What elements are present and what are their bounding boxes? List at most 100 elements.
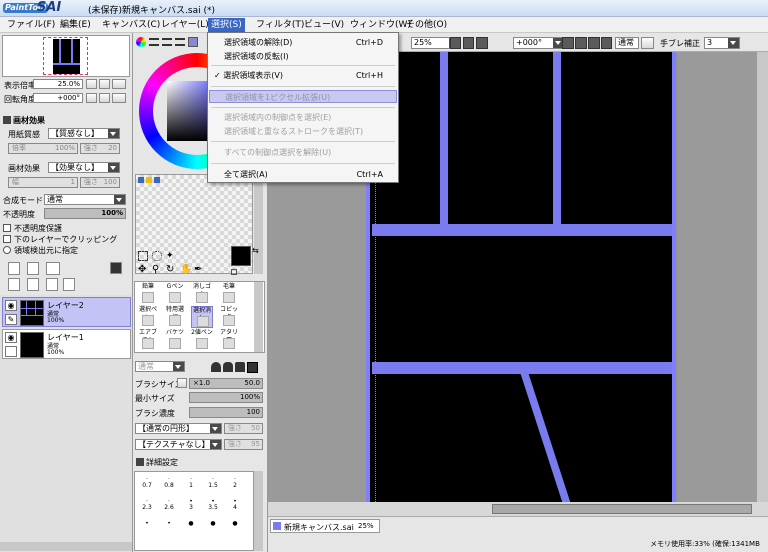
new-layer-icon[interactable] — [8, 262, 20, 275]
rotate-icon[interactable]: ↻ — [166, 265, 176, 275]
size-preset[interactable]: ● — [225, 520, 245, 527]
menu-other[interactable]: その他(O) — [403, 18, 450, 32]
new-linework-layer-icon[interactable] — [27, 262, 39, 275]
brush-size-slider[interactable]: ×1.0 50.0 — [189, 378, 263, 389]
effect-dropdown[interactable]: 【効果なし】 — [48, 162, 120, 173]
hsv-slider-tab-icon[interactable] — [162, 38, 172, 46]
menu-expand-selection[interactable]: 選択領域を1ピクセル拡張(U) — [209, 90, 397, 103]
menu-select-strokes[interactable]: 選択領域と重なるストロークを選択(T) — [209, 125, 397, 138]
new-folder-icon[interactable] — [46, 262, 60, 275]
delete-layer-icon[interactable] — [63, 278, 75, 291]
paper-strength-slider[interactable]: 強さ 20 — [80, 143, 120, 154]
tool-select-eraser[interactable]: 選択消し — [191, 306, 213, 328]
zoom-value[interactable]: 25.0% — [33, 79, 83, 89]
menu-filter[interactable]: フィルタ(T) — [253, 18, 307, 32]
foreground-color[interactable] — [231, 246, 251, 266]
zoom-out-button[interactable] — [86, 79, 97, 89]
size-preset[interactable]: • — [159, 520, 179, 527]
brush-shape-strength[interactable]: 強さ 50 — [224, 423, 263, 434]
tool-select-pen[interactable]: 選択ペン — [137, 306, 159, 328]
edge-square-icon[interactable] — [247, 362, 258, 373]
tool-brush[interactable]: 毛筆 — [218, 283, 240, 305]
size-presets-scrollbar[interactable] — [254, 471, 263, 551]
hand-icon[interactable]: ✋ — [180, 265, 192, 275]
lasso-icon[interactable] — [152, 251, 162, 261]
rect-select-icon[interactable] — [138, 251, 148, 261]
effect-width-slider[interactable]: 幅1 — [8, 177, 78, 188]
brush-texture-dropdown[interactable]: 【テクスチャなし】 — [135, 439, 222, 450]
tool-airbrush[interactable]: エアブラシ — [137, 329, 159, 351]
tool-special-select[interactable]: 特用選択 — [164, 306, 186, 328]
color-wheel-tab-icon[interactable] — [136, 37, 146, 47]
tool-gpen[interactable]: Gペン — [164, 283, 186, 305]
paper-dropdown[interactable]: 【質感なし】 — [48, 128, 120, 139]
lock-icon[interactable] — [5, 346, 17, 357]
paper-scale-slider[interactable]: 倍率 100% — [8, 143, 78, 154]
flip-icon[interactable] — [601, 37, 612, 49]
edge-hard-icon[interactable] — [235, 362, 245, 372]
menu-edit[interactable]: 編集(E) — [57, 18, 94, 32]
size-preset[interactable]: • — [137, 520, 157, 527]
transparent-color-icon[interactable] — [231, 269, 237, 275]
canvas-hscroll[interactable] — [268, 502, 768, 516]
brush-min-slider[interactable]: 100% — [189, 392, 263, 403]
zoom-reset-button[interactable] — [112, 79, 126, 89]
eyedropper-icon[interactable]: ✒ — [194, 265, 204, 275]
tool-sketch[interactable]: アタリ用 — [218, 329, 240, 351]
document-tab[interactable]: 新規キャンバス.sai 25% — [270, 519, 380, 533]
tool-bucket[interactable]: バケツ — [164, 329, 186, 351]
pencil-icon[interactable]: ✎ — [5, 314, 17, 325]
rotate-value[interactable]: +000° — [33, 93, 83, 103]
brush-mode-dropdown[interactable]: 通常 — [135, 361, 185, 372]
brush-size-mult-button[interactable] — [177, 378, 187, 388]
rotate-reset-button[interactable] — [112, 93, 126, 103]
canvas-blend-dropdown[interactable]: 通常 — [615, 37, 639, 49]
menu-canvas[interactable]: キャンバス(C) — [99, 18, 163, 32]
eye-icon[interactable]: ◉ — [5, 332, 17, 343]
stabilizer-dropdown[interactable]: 3 — [704, 37, 740, 49]
menu-select[interactable]: 選択(S) — [208, 18, 245, 32]
brush-shape-dropdown[interactable]: 【通常の円形】 — [135, 423, 222, 434]
zoom-icon[interactable]: ⚲ — [152, 265, 162, 275]
size-preset[interactable]: ● — [203, 520, 223, 527]
transfer-down-icon[interactable] — [8, 278, 20, 291]
navigator-preview[interactable] — [2, 35, 130, 77]
mixer-tab-icon[interactable] — [175, 38, 185, 46]
layer-item[interactable]: ◉ レイヤー1 通常 100% — [2, 329, 131, 359]
swap-colors-icon[interactable]: ⇆ — [252, 246, 259, 255]
brush-density-slider[interactable]: 100 — [189, 407, 263, 418]
detail-settings-toggle[interactable] — [136, 458, 144, 466]
menu-view[interactable]: ビュー(V) — [301, 18, 347, 32]
brush-texture-strength[interactable]: 強さ 95 — [224, 439, 263, 450]
zoom-in-icon[interactable] — [463, 37, 474, 49]
protect-opacity-checkbox[interactable] — [3, 224, 11, 232]
blend-mode-dropdown[interactable]: 通常 — [44, 194, 126, 205]
menu-layer[interactable]: レイヤー(L) — [158, 18, 212, 32]
tool-binary-pen[interactable]: 2値ペン — [191, 329, 213, 351]
zoom-in-button[interactable] — [99, 79, 110, 89]
rotate-right-button[interactable] — [99, 93, 110, 103]
texture-section-toggle[interactable] — [3, 116, 11, 124]
canvas-rotation-dropdown[interactable]: +000° — [513, 37, 565, 49]
canvas-hscroll-thumb[interactable] — [492, 504, 752, 514]
rotate-left-button[interactable] — [86, 93, 97, 103]
layer-list-scrollbar[interactable] — [0, 542, 132, 551]
layer-mask-icon[interactable] — [110, 262, 122, 274]
eye-icon[interactable]: ◉ — [5, 300, 17, 311]
menu-invert-selection[interactable]: 選択領域の反転(I) — [209, 50, 397, 63]
menu-show-selection[interactable]: ✓ 選択領域表示(V) Ctrl+H — [209, 69, 397, 82]
swatch-tab-icon[interactable] — [188, 37, 198, 47]
move-icon[interactable]: ✥ — [138, 265, 148, 275]
menu-select-all[interactable]: 全て選択(A) Ctrl+A — [209, 168, 397, 181]
stabilizer-icon[interactable] — [641, 37, 654, 49]
rotate-reset-icon[interactable] — [588, 37, 600, 49]
canvas[interactable] — [366, 52, 677, 517]
zoom-fit-icon[interactable] — [476, 37, 488, 49]
zoom-out-icon[interactable] — [450, 37, 461, 49]
swatch-scrollbar[interactable] — [254, 174, 263, 274]
rotate-ccw-icon[interactable] — [562, 37, 574, 49]
clear-layer-icon[interactable] — [46, 278, 58, 291]
rgb-slider-tab-icon[interactable] — [149, 38, 159, 46]
effect-strength-slider[interactable]: 強さ 100 — [80, 177, 120, 188]
opacity-slider[interactable]: 100% — [44, 208, 126, 219]
